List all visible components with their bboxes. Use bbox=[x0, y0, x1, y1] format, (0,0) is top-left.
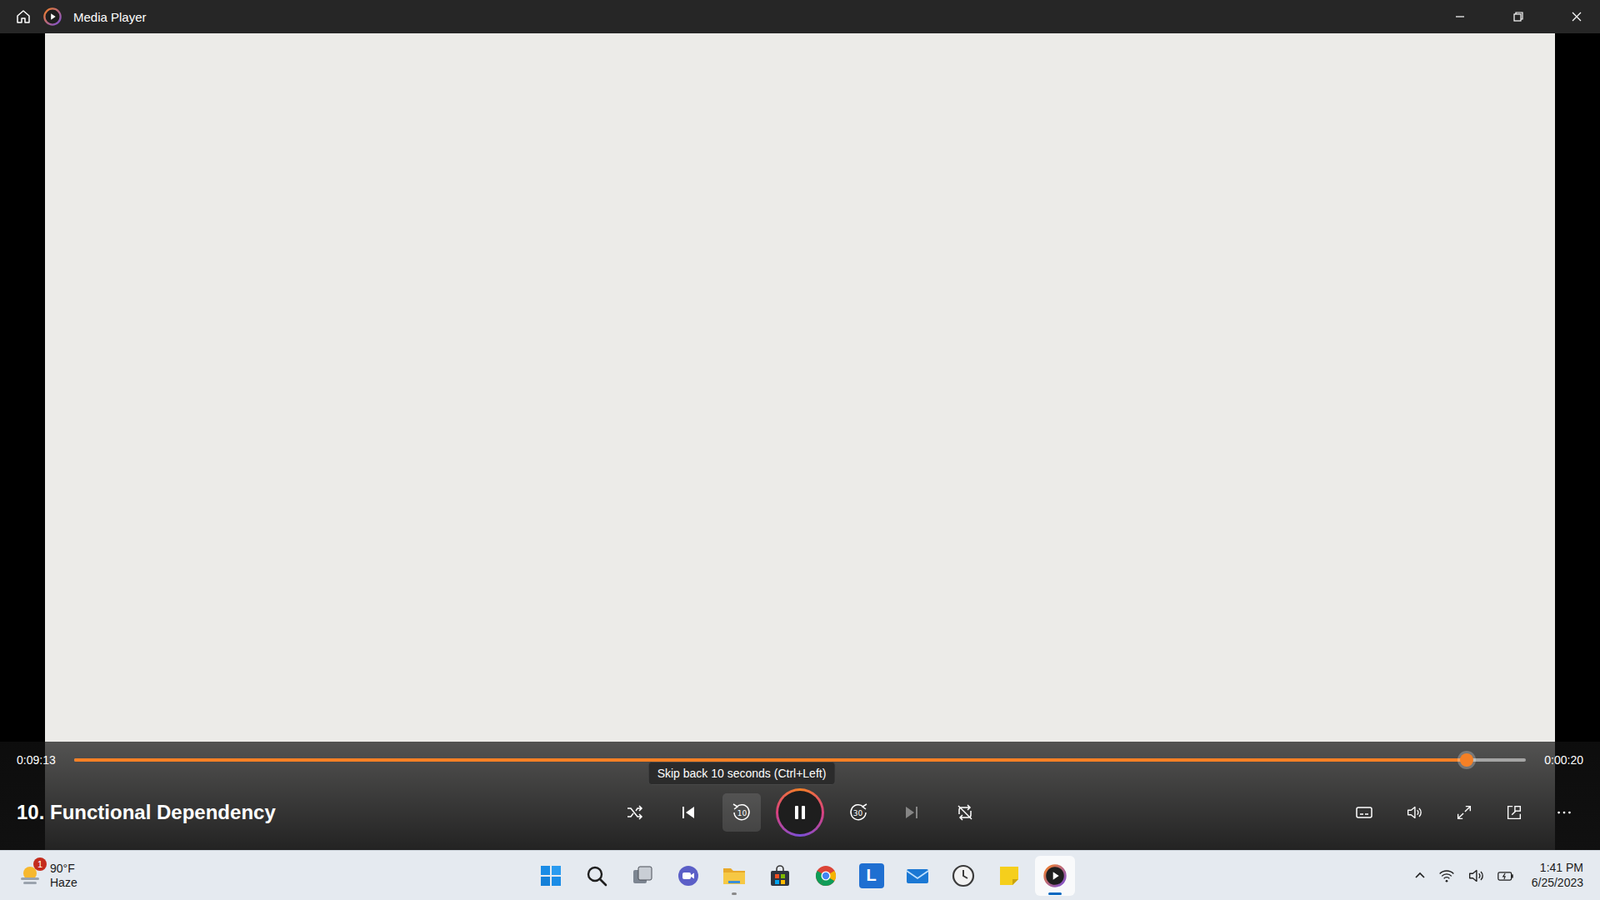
mini-player-button[interactable] bbox=[1495, 793, 1534, 832]
remaining-time: 0:00:20 bbox=[1544, 751, 1584, 769]
taskbar-app[interactable] bbox=[897, 855, 938, 896]
search-icon bbox=[585, 864, 609, 888]
sticky-notes-icon bbox=[997, 864, 1021, 888]
fullscreen-icon bbox=[1455, 803, 1474, 822]
previous-button[interactable] bbox=[669, 793, 708, 832]
taskbar-app[interactable] bbox=[760, 855, 800, 896]
skip-back-button[interactable]: 10Skip back 10 seconds (Ctrl+Left) bbox=[722, 793, 761, 832]
running-indicator bbox=[1048, 892, 1062, 895]
seek-thumb[interactable] bbox=[1460, 753, 1474, 767]
next-button[interactable] bbox=[892, 793, 931, 832]
mini-player-icon bbox=[1505, 803, 1524, 822]
window-title: Media Player bbox=[73, 10, 147, 25]
task-view-icon bbox=[630, 864, 655, 888]
weather-temp: 90°F bbox=[50, 861, 78, 876]
clock[interactable]: 1:41 PM6/25/2023 bbox=[1526, 860, 1589, 890]
svg-text:10: 10 bbox=[737, 809, 748, 818]
taskbar-app[interactable] bbox=[530, 855, 571, 896]
system-tray: 1:41 PM6/25/2023 bbox=[1413, 860, 1589, 890]
captions-button[interactable] bbox=[1345, 793, 1384, 832]
captions-icon bbox=[1354, 802, 1375, 823]
clock-date: 6/25/2023 bbox=[1531, 875, 1584, 891]
chrome-icon bbox=[814, 864, 838, 888]
minimize-icon bbox=[1454, 10, 1466, 23]
media-title: 10. Functional Dependency bbox=[16, 800, 616, 825]
taskbar-app[interactable] bbox=[943, 855, 984, 896]
next-icon bbox=[901, 802, 922, 823]
skip-forward-icon: 30 bbox=[846, 800, 870, 825]
transport-controls: 10Skip back 10 seconds (Ctrl+Left) 30 bbox=[615, 788, 985, 837]
taskbar: 190°FHazeL1:41 PM6/25/2023 bbox=[0, 850, 1600, 900]
weather-condition: Haze bbox=[50, 875, 78, 890]
minimize-button[interactable] bbox=[1436, 0, 1484, 34]
volume-button[interactable] bbox=[1395, 793, 1434, 832]
shuffle-icon bbox=[625, 802, 645, 823]
view-controls bbox=[1345, 793, 1584, 832]
taskbar-app[interactable] bbox=[668, 855, 709, 896]
clock-time: 1:41 PM bbox=[1540, 860, 1584, 876]
weather-widget[interactable]: 190°FHaze bbox=[16, 861, 531, 890]
skip-forward-button[interactable]: 30 bbox=[839, 793, 878, 832]
player-controls: 0:09:130:00:2010. Functional Dependency1… bbox=[0, 741, 1600, 850]
battery-icon bbox=[1496, 867, 1515, 885]
explorer-icon bbox=[721, 864, 747, 888]
taskbar-app[interactable] bbox=[989, 855, 1030, 896]
meet-icon bbox=[676, 864, 700, 888]
skip-back-icon: 10 bbox=[730, 800, 754, 825]
control-row: 10. Functional Dependency10Skip back 10 … bbox=[16, 788, 1584, 837]
taskbar-app[interactable] bbox=[714, 855, 755, 896]
restore-icon bbox=[1512, 10, 1525, 23]
pause-icon bbox=[790, 802, 810, 823]
play-pause-inner bbox=[778, 790, 822, 835]
previous-icon bbox=[678, 802, 699, 823]
tooltip: Skip back 10 seconds (Ctrl+Left) bbox=[648, 761, 836, 785]
shuffle-button[interactable] bbox=[615, 793, 655, 832]
video-frame[interactable] bbox=[45, 33, 1555, 850]
title-bar: Media Player bbox=[0, 0, 1600, 34]
elapsed-time: 0:09:13 bbox=[16, 751, 56, 769]
notification-badge: 1 bbox=[33, 857, 47, 871]
taskbar-app[interactable] bbox=[622, 855, 663, 896]
launcher-icon: L bbox=[859, 863, 885, 889]
taskbar-app[interactable] bbox=[1035, 855, 1075, 896]
wifi-icon bbox=[1438, 867, 1455, 885]
running-indicator bbox=[731, 892, 737, 895]
video-stage: 0:09:130:00:2010. Functional Dependency1… bbox=[0, 33, 1600, 850]
chevron-up-icon bbox=[1413, 869, 1427, 883]
mail-icon bbox=[905, 864, 930, 888]
repeat-button[interactable] bbox=[945, 793, 985, 832]
taskbar-app[interactable]: L bbox=[851, 855, 892, 896]
close-icon bbox=[1570, 10, 1583, 23]
taskbar-app[interactable] bbox=[805, 855, 846, 896]
home-icon bbox=[15, 8, 32, 25]
play-pause-button[interactable] bbox=[775, 788, 825, 837]
media-player-logo-icon bbox=[43, 7, 62, 26]
weather-text: 90°FHaze bbox=[50, 861, 78, 890]
close-button[interactable] bbox=[1553, 0, 1600, 34]
more-button[interactable] bbox=[1545, 793, 1584, 832]
store-icon bbox=[768, 864, 792, 888]
weather-icon-wrap: 1 bbox=[16, 862, 44, 890]
speaker-icon bbox=[1466, 866, 1485, 885]
clock-icon bbox=[951, 864, 975, 888]
repeat-icon bbox=[955, 802, 975, 823]
taskbar-app[interactable] bbox=[576, 855, 617, 896]
fullscreen-button[interactable] bbox=[1445, 793, 1484, 832]
volume-icon bbox=[1405, 803, 1424, 822]
media-player-window: Media Player 0:09:13 0:00:20 10. Functional… bbox=[0, 0, 1600, 900]
restore-button[interactable] bbox=[1495, 0, 1542, 34]
media-player-icon bbox=[1043, 864, 1067, 888]
svg-text:30: 30 bbox=[853, 809, 864, 818]
taskbar-apps: L bbox=[530, 855, 1075, 896]
start-icon bbox=[539, 864, 563, 888]
more-icon bbox=[1555, 803, 1574, 822]
home-button[interactable] bbox=[15, 0, 32, 34]
